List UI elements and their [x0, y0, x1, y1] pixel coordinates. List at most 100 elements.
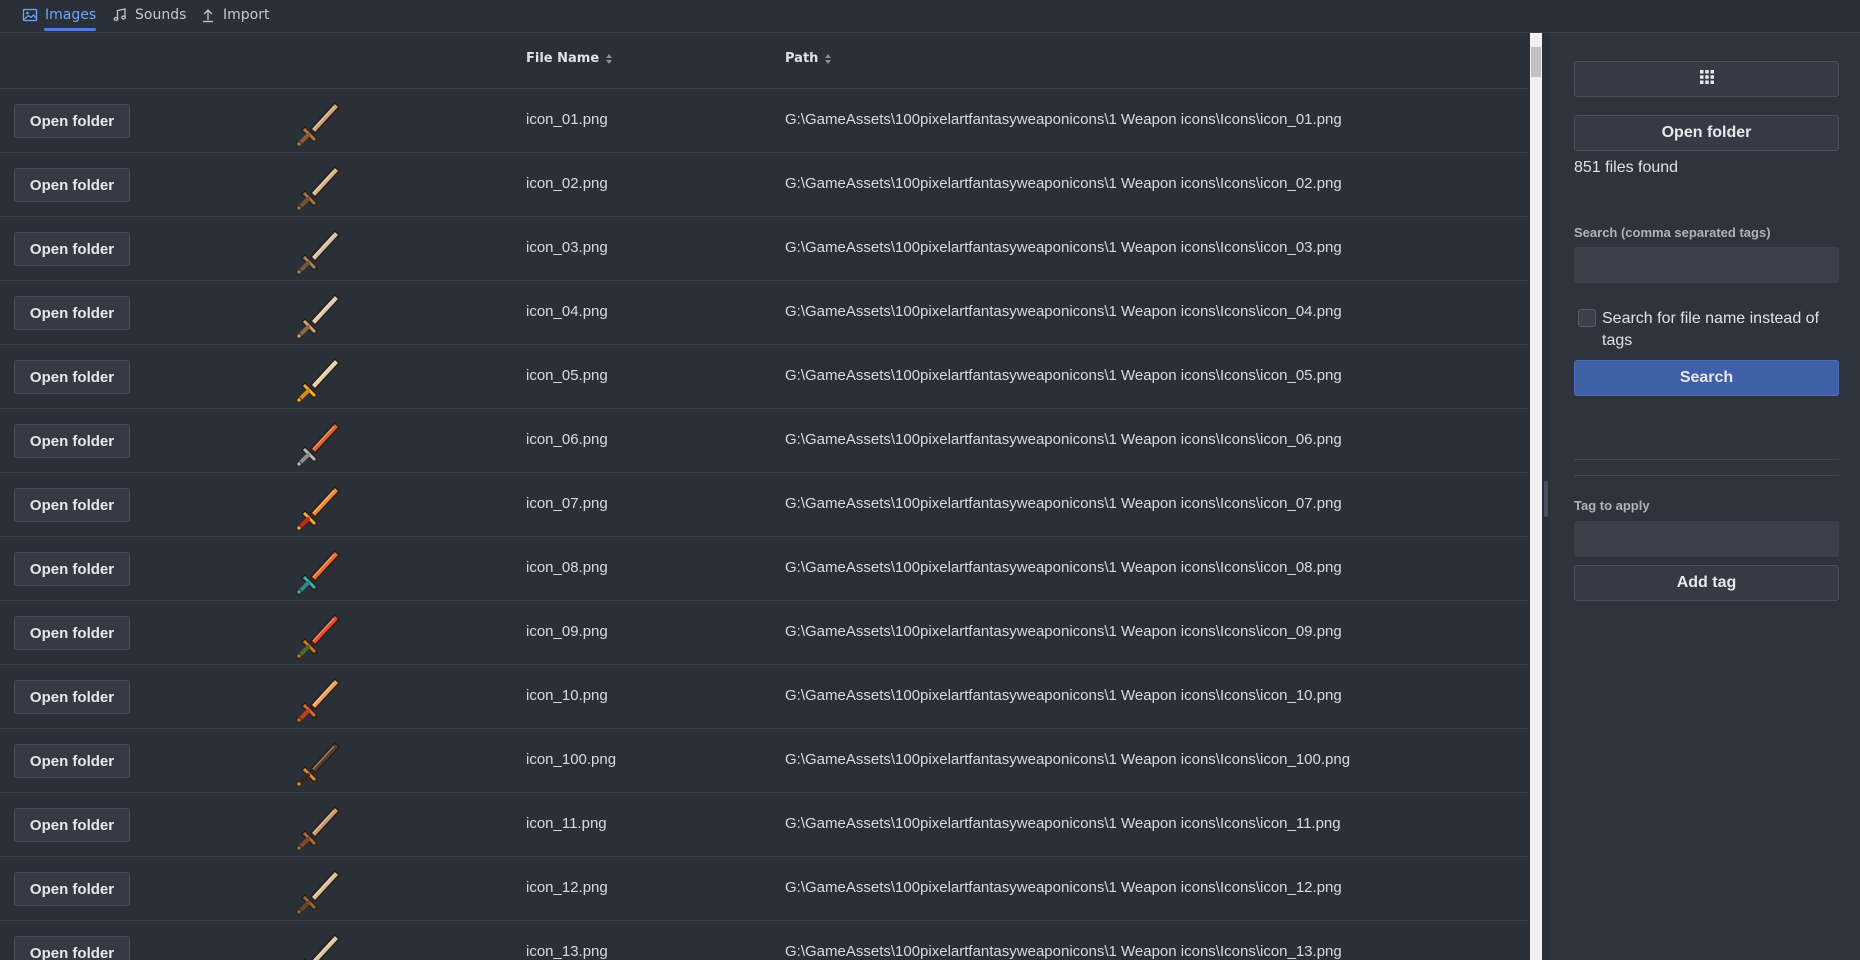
sort-icon	[606, 53, 613, 64]
column-header-label: File Name	[526, 51, 600, 66]
table-row[interactable]: Open folder icon_100.png G:\GameAssets\100…	[0, 729, 1528, 793]
table-row[interactable]: Open folder icon_09.png G:\GameAssets\100p…	[0, 601, 1528, 665]
file-name-cell: icon_08.png	[526, 559, 608, 576]
sword-thumbnail	[293, 607, 345, 659]
open-folder-button[interactable]: Open folder	[14, 680, 130, 714]
open-folder-button[interactable]: Open folder	[1574, 115, 1839, 151]
file-path-cell: G:\GameAssets\100pixelartfantasyweaponic…	[785, 495, 1342, 512]
sword-thumbnail	[293, 927, 345, 960]
open-folder-button[interactable]: Open folder	[14, 168, 130, 202]
table-row[interactable]: Open folder icon_07.png G:\GameAssets\100p…	[0, 473, 1528, 537]
sword-thumbnail	[293, 799, 345, 851]
open-folder-button[interactable]: Open folder	[14, 616, 130, 650]
search-button[interactable]: Search	[1574, 360, 1839, 396]
file-name-cell: icon_04.png	[526, 303, 608, 320]
filename-search-checkbox[interactable]	[1578, 309, 1596, 327]
sort-icon	[825, 53, 832, 64]
table-row[interactable]: Open folder icon_02.png G:\GameAssets\100p…	[0, 153, 1528, 217]
file-name-cell: icon_13.png	[526, 943, 608, 960]
splitter-grip[interactable]	[1544, 481, 1548, 517]
music-icon	[112, 7, 128, 23]
active-tab-indicator	[44, 28, 97, 31]
grid-view-button[interactable]	[1574, 61, 1839, 97]
file-name-cell: icon_06.png	[526, 431, 608, 448]
tab-import[interactable]: Import	[200, 0, 269, 30]
table-row[interactable]: Open folder icon_03.png G:\GameAssets\100p…	[0, 217, 1528, 281]
table-header: File Name Path	[0, 33, 1528, 89]
tab-label: Sounds	[135, 7, 187, 23]
open-folder-button[interactable]: Open folder	[14, 296, 130, 330]
sword-thumbnail	[293, 543, 345, 595]
sword-thumbnail	[293, 287, 345, 339]
file-name-cell: icon_07.png	[526, 495, 608, 512]
open-folder-button[interactable]: Open folder	[14, 808, 130, 842]
open-folder-button[interactable]: Open folder	[14, 936, 130, 960]
open-folder-button[interactable]: Open folder	[14, 552, 130, 586]
scrollbar-track[interactable]	[1530, 33, 1542, 960]
open-folder-button[interactable]: Open folder	[14, 744, 130, 778]
scrollbar-thumb[interactable]	[1531, 47, 1541, 77]
table-scrollbar[interactable]	[1528, 33, 1542, 960]
file-path-cell: G:\GameAssets\100pixelartfantasyweaponic…	[785, 431, 1342, 448]
file-path-cell: G:\GameAssets\100pixelartfantasyweaponic…	[785, 751, 1351, 768]
file-path-cell: G:\GameAssets\100pixelartfantasyweaponic…	[785, 303, 1342, 320]
file-table: File Name Path Open folder icon_01.png G:\…	[0, 33, 1528, 960]
table-row[interactable]: Open folder icon_12.png G:\GameAssets\100p…	[0, 857, 1528, 921]
table-row[interactable]: Open folder icon_11.png G:\GameAssets\100p…	[0, 793, 1528, 857]
file-name-cell: icon_100.png	[526, 751, 617, 768]
tab-sounds[interactable]: Sounds	[112, 0, 186, 30]
file-name-cell: icon_02.png	[526, 175, 608, 192]
open-folder-button[interactable]: Open folder	[14, 424, 130, 458]
open-folder-button[interactable]: Open folder	[14, 104, 130, 138]
open-folder-button[interactable]: Open folder	[14, 488, 130, 522]
top-tab-bar: Images Sounds Import	[0, 0, 1860, 33]
sword-thumbnail	[293, 479, 345, 531]
sword-thumbnail	[293, 863, 345, 915]
table-row[interactable]: Open folder icon_01.png G:\GameAssets\100p…	[0, 89, 1528, 153]
file-name-cell: icon_11.png	[526, 815, 607, 832]
filename-search-checkbox-label[interactable]: Search for file name instead of tags	[1602, 308, 1832, 352]
tab-images[interactable]: Images	[22, 0, 97, 31]
sword-thumbnail	[293, 735, 345, 787]
sword-thumbnail	[293, 671, 345, 723]
file-name-cell: icon_03.png	[526, 239, 608, 256]
file-path-cell: G:\GameAssets\100pixelartfantasyweaponic…	[785, 559, 1342, 576]
table-row[interactable]: Open folder icon_06.png G:\GameAssets\100p…	[0, 409, 1528, 473]
table-row[interactable]: Open folder icon_04.png G:\GameAssets\100p…	[0, 281, 1528, 345]
tab-label: Import	[223, 7, 270, 23]
file-name-cell: icon_10.png	[526, 687, 608, 704]
panel-splitter[interactable]	[1542, 33, 1550, 960]
file-path-cell: G:\GameAssets\100pixelartfantasyweaponic…	[785, 111, 1342, 128]
column-header-path[interactable]: Path	[785, 51, 832, 66]
file-path-cell: G:\GameAssets\100pixelartfantasyweaponic…	[785, 687, 1342, 704]
file-name-cell: icon_01.png	[526, 111, 608, 128]
sidebar: Open folder 851 files found Search (comm…	[1550, 33, 1860, 960]
sword-thumbnail	[293, 415, 345, 467]
table-row[interactable]: Open folder icon_10.png G:\GameAssets\100p…	[0, 665, 1528, 729]
image-icon	[22, 7, 38, 23]
file-path-cell: G:\GameAssets\100pixelartfantasyweaponic…	[785, 175, 1342, 192]
sword-thumbnail	[293, 223, 345, 275]
file-path-cell: G:\GameAssets\100pixelartfantasyweaponic…	[785, 879, 1342, 896]
open-folder-button[interactable]: Open folder	[14, 872, 130, 906]
tab-label: Images	[45, 7, 97, 23]
table-row[interactable]: Open folder icon_05.png G:\GameAssets\100p…	[0, 345, 1528, 409]
column-header-label: Path	[785, 51, 819, 66]
file-name-cell: icon_09.png	[526, 623, 608, 640]
upload-icon	[200, 7, 216, 23]
open-folder-button[interactable]: Open folder	[14, 360, 130, 394]
file-path-cell: G:\GameAssets\100pixelartfantasyweaponic…	[785, 239, 1342, 256]
search-input[interactable]	[1574, 247, 1839, 283]
divider	[1574, 475, 1839, 476]
tag-input[interactable]	[1574, 521, 1839, 557]
add-tag-button[interactable]: Add tag	[1574, 565, 1839, 601]
file-name-cell: icon_05.png	[526, 367, 608, 384]
table-row[interactable]: Open folder icon_08.png G:\GameAssets\100p…	[0, 537, 1528, 601]
open-folder-button[interactable]: Open folder	[14, 232, 130, 266]
table-row[interactable]: Open folder icon_13.png G:\GameAssets\100p…	[0, 921, 1528, 960]
sword-thumbnail	[293, 95, 345, 147]
column-header-file-name[interactable]: File Name	[526, 51, 613, 66]
file-path-cell: G:\GameAssets\100pixelartfantasyweaponic…	[785, 623, 1342, 640]
file-path-cell: G:\GameAssets\100pixelartfantasyweaponic…	[785, 815, 1341, 832]
divider	[1574, 459, 1839, 460]
